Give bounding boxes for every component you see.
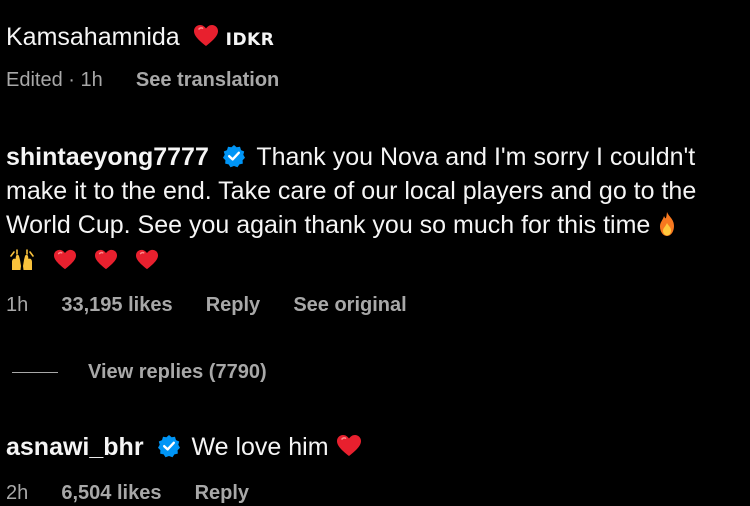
- heart-emoji-icon: [336, 435, 361, 456]
- fire-emoji-icon: [660, 212, 675, 236]
- heart-emoji-icon: [94, 249, 117, 270]
- verified-badge-icon: [222, 145, 245, 168]
- top-comment-line: Kamsahamnida IDKR: [6, 20, 274, 58]
- bottom-comment-likes[interactable]: 6,504 likes: [61, 482, 161, 504]
- replies-divider-line: [12, 372, 58, 373]
- main-comment-emoji-line: [8, 243, 159, 278]
- bottom-comment-text: We love him: [191, 433, 329, 461]
- main-comment-text-line-3: World Cup. See you again thank you so mu…: [6, 211, 651, 239]
- heart-emoji-icon: [53, 249, 76, 270]
- main-comment-likes[interactable]: 33,195 likes: [61, 294, 172, 316]
- bottom-comment-line: asnawi_bhr We love him: [6, 430, 362, 465]
- raising-hands-emoji-icon: [10, 249, 34, 270]
- top-comment-tag: IDKR: [225, 30, 275, 50]
- top-comment-meta: Edited · 1h See translation: [6, 67, 279, 93]
- main-comment-text-line-1: Thank you Nova and I'm sorry I couldn't: [256, 143, 696, 171]
- main-comment-username[interactable]: shintaeyong7777: [6, 143, 209, 171]
- bottom-comment-meta: 2h 6,504 likes Reply: [6, 480, 249, 506]
- bottom-comment-username[interactable]: asnawi_bhr: [6, 433, 144, 461]
- heart-emoji-icon: [193, 25, 218, 46]
- verified-badge-icon: [157, 435, 180, 458]
- see-translation-link[interactable]: See translation: [136, 69, 279, 91]
- main-comment-line-1: shintaeyong7777 Thank you Nova and I'm s…: [6, 140, 695, 175]
- main-comment-line-2: make it to the end. Take care of our loc…: [6, 174, 696, 209]
- see-original-link[interactable]: See original: [293, 294, 406, 316]
- bottom-comment-reply-button[interactable]: Reply: [195, 482, 249, 504]
- main-comment-time: 1h: [6, 294, 29, 316]
- edited-label: Edited: [6, 69, 63, 91]
- main-comment-text-line-2: make it to the end. Take care of our loc…: [6, 177, 697, 205]
- heart-emoji-icon: [135, 249, 158, 270]
- top-comment-text: Kamsahamnida: [6, 23, 180, 51]
- main-comment-reply-button[interactable]: Reply: [206, 294, 260, 316]
- top-comment-time: 1h: [80, 69, 103, 91]
- meta-separator: ·: [68, 69, 75, 91]
- main-comment-line-3: World Cup. See you again thank you so mu…: [6, 208, 677, 243]
- view-replies-button[interactable]: View replies (7790): [88, 359, 267, 385]
- bottom-comment-time: 2h: [6, 482, 29, 504]
- main-comment-meta: 1h 33,195 likes Reply See original: [6, 292, 407, 318]
- view-replies-label: View replies (7790): [88, 361, 267, 383]
